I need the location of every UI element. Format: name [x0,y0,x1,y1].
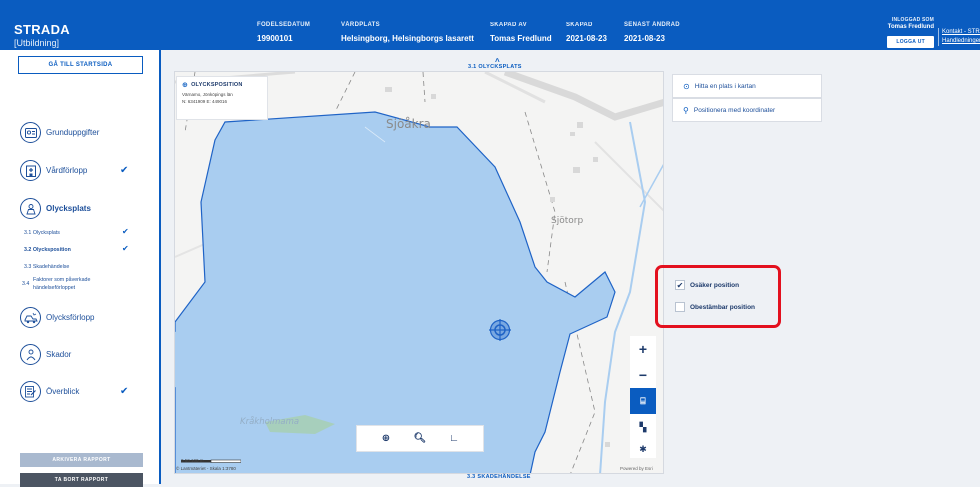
header-value: Tomas Fredlund [490,34,552,43]
injury-icon [20,344,41,365]
check-icon: ✔ [120,165,129,176]
header-label: FÖDELSEDATUM [257,22,311,28]
scale-labels: 0 50 100 m [181,458,204,463]
map-label-sjotorp: Sjötorp [551,216,584,226]
overview-icon [20,381,41,402]
uncertain-position-option[interactable]: ✔ Osäker position [675,280,739,290]
header-label: SENAST ÄNDRAD [624,22,680,28]
manual-link[interactable]: Handledningen [942,37,980,46]
position-card-title-text: OLYCKSPOSITION [191,82,243,88]
sidebar-item-label: Olycksplats [46,204,91,213]
header-label: VÅRDPLATS [341,22,380,28]
zoom-in-button[interactable]: + [630,336,656,362]
app-title: STRADA [14,22,70,37]
map-canvas [175,72,663,473]
search-location-icon: ⊙ [683,81,690,91]
top-links: Kontakt - STRADA Handledningen [938,28,980,46]
header-value: 19900101 [257,34,293,43]
header-last-changed: SENAST ÄNDRAD 2021-08-23 [624,22,680,43]
sidebar: GÅ TILL STARTSIDA Grunduppgifter Vårdför… [0,50,161,487]
header-birthdate: FÖDELSEDATUM 19900101 [257,22,310,43]
powered-by: Powered by Esri [620,466,653,471]
user-name: Tomas Fredlund [887,24,934,30]
header-created-by: SKAPAD AV Tomas Fredlund [490,22,552,43]
sidebar-item-label: Olycksförlopp [46,313,95,322]
sidebar-subitem-3-4-line2[interactable]: händelseförloppet [33,285,75,291]
position-coordinates-button[interactable]: ⚲ Positionera med koordinater [672,98,822,122]
map-person-icon [20,198,41,219]
map-label-sjoakra: Sjöåkra [386,117,431,131]
hospital-icon [20,160,41,181]
logout-button[interactable]: LOGGA UT [887,36,934,48]
map-attribution: © Lantmäteriet - Skala 1:3780 [176,466,236,471]
sidebar-subitem-3-1[interactable]: 3.1 Olycksplats [24,230,60,236]
header-value: 2021-08-23 [624,34,665,43]
sidebar-subitem-3-3[interactable]: 3.3 Skadehändelse [24,264,69,270]
app-subtitle: [Utbildning] [14,38,60,48]
satellite-view-button[interactable]: ▚ [630,414,656,440]
checkbox-label: Obestämbar position [690,303,756,311]
sidebar-subitem-3-4-line1[interactable]: Faktorer som påverkade [33,277,90,283]
position-card-title: ⊕ OLYCKSPOSITION [182,81,262,89]
header-label: SKAPAD [566,22,593,28]
prev-section-link[interactable]: 3.1 OLYCKSPLATS [468,64,522,70]
archive-report-button[interactable]: ARKIVERA RAPPORT [20,453,143,467]
next-section-link[interactable]: 3.3 SKADEHÄNDELSE [467,474,531,480]
check-icon: ✔ [120,386,129,397]
go-to-start-button[interactable]: GÅ TILL STARTSIDA [18,56,143,74]
crash-icon [20,307,41,328]
sidebar-item-label: Överblick [46,387,80,396]
uncertain-position-checkbox[interactable]: ✔ [675,280,685,290]
find-place-button[interactable]: ⊙ Hitta en plats i kartan [672,74,822,98]
highlight-box [655,265,781,328]
user-box: INLOGGAD SOM Tomas Fredlund LOGGA UT [862,17,934,48]
position-coordinates-label: Positionera med koordinater [693,106,776,114]
map-icon: ⌸ [640,395,646,406]
find-place-label: Hitta en plats i kartan [694,82,756,90]
map[interactable] [174,71,664,474]
indeterminable-position-option[interactable]: Obestämbar position [675,302,755,312]
sidebar-item-label: Skador [46,350,72,359]
measure-icon[interactable]: ∟ [444,429,464,449]
top-bar: STRADA [Utbildning] FÖDELSEDATUM 1990010… [0,0,980,50]
position-card: ⊕ OLYCKSPOSITION Värnamo, Jönköpings län… [176,76,268,120]
id-card-icon [20,122,41,143]
check-icon: ✔ [122,227,129,236]
layers-icon: ▚ [639,421,647,432]
header-value: 2021-08-23 [566,34,607,43]
locate-button[interactable]: ✱ [630,440,656,458]
crosshair-icon: ✱ [639,443,647,454]
checkbox-label: Osäker position [690,281,740,289]
header-label: SKAPAD AV [490,22,527,28]
sidebar-subitem-3-4-number[interactable]: 3.4 [22,281,29,287]
delete-report-button[interactable]: TA BORT RAPPORT [20,473,143,487]
logged-in-label: INLOGGAD SOM [891,17,934,23]
header-created: SKAPAD 2021-08-23 [566,22,607,43]
pin-icon: ⚲ [683,105,689,115]
zoom-out-button[interactable]: − [630,362,656,388]
sidebar-item-label: Vårdförlopp [46,166,88,175]
indeterminable-position-checkbox[interactable] [675,302,685,312]
zoom-search-icon[interactable]: 🔍︎ [410,429,430,449]
crosshair-icon: ⊕ [182,82,189,89]
position-coords: N: 6341909 E: 449016 [182,99,228,104]
map-label-krakholmama: Kråkholmama [240,417,300,427]
crosshair-icon[interactable]: ⊕ [376,429,396,449]
map-toolbar: ⊕ 🔍︎ ∟ [356,425,484,452]
header-value: Helsingborg, Helsingborgs lasarett [341,34,474,43]
sidebar-item-label: Grunduppgifter [46,128,100,137]
header-care-place: VÅRDPLATS Helsingborg, Helsingborgs lasa… [341,22,474,43]
contact-link[interactable]: Kontakt - STRADA [942,28,980,37]
brand[interactable]: STRADA [Utbildning] [14,22,70,48]
check-icon: ✔ [122,244,129,253]
map-view-button[interactable]: ⌸ [630,388,656,414]
position-location: Värnamo, Jönköpings län [182,92,233,97]
sidebar-subitem-3-2[interactable]: 3.2 Olycksposition [24,247,71,253]
